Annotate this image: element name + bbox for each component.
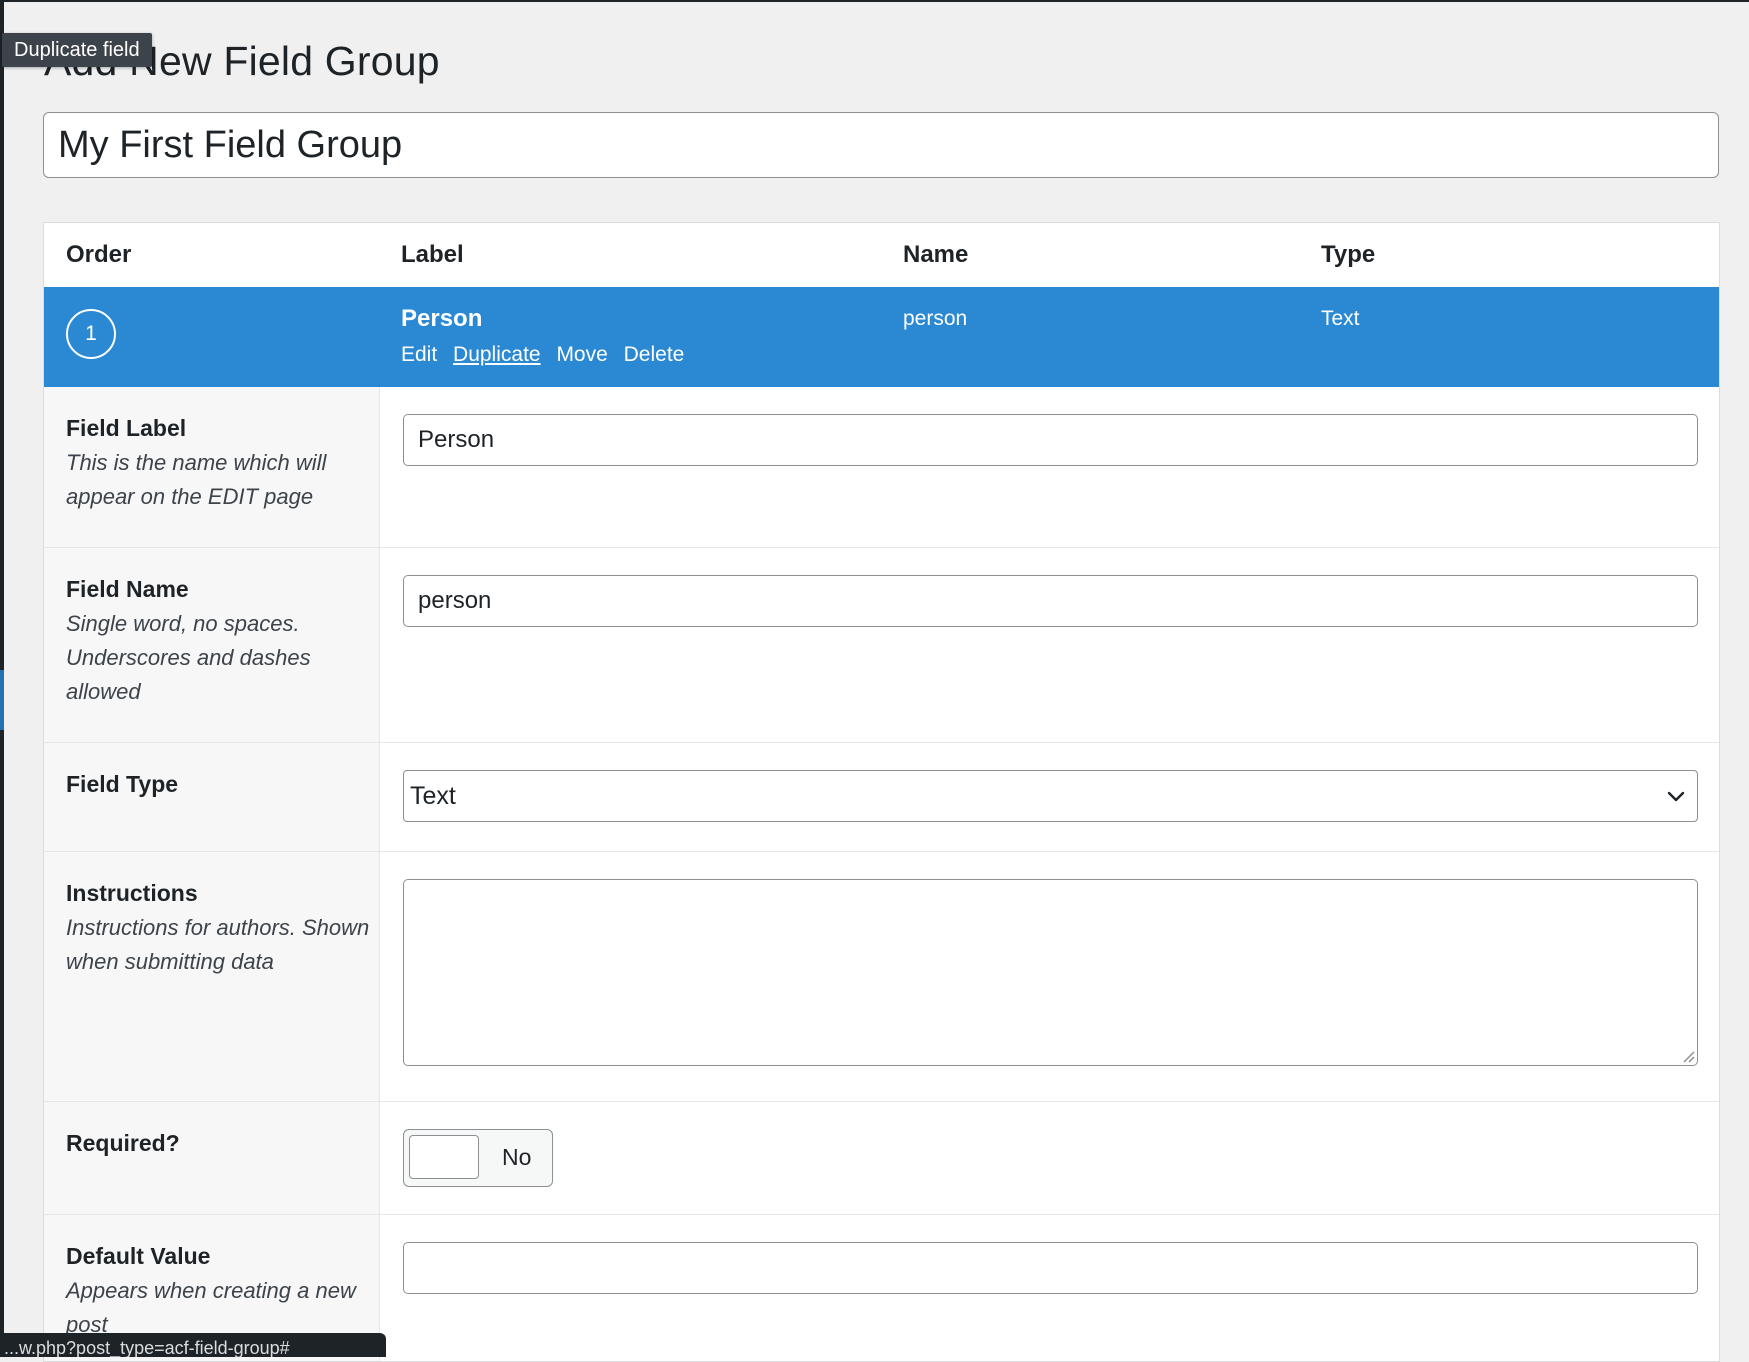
fields-table: Order Label Name Type 1 Person person Te…: [43, 222, 1720, 1362]
setting-title: Required?: [66, 1130, 180, 1156]
setting-title: Default Value: [66, 1243, 211, 1269]
setting-required-label: Required?: [44, 1102, 380, 1214]
field-settings: Field Label This is the name which will …: [44, 387, 1719, 1361]
admin-sidebar-active-indicator: [0, 670, 4, 730]
field-row-type: Text: [1321, 307, 1360, 330]
instructions-textarea[interactable]: [403, 879, 1698, 1066]
setting-title: Field Name: [66, 576, 189, 602]
setting-field-type-label: Field Type: [44, 743, 380, 851]
field-name-input[interactable]: [403, 575, 1698, 627]
field-label-input[interactable]: [403, 414, 1698, 466]
toggle-state-label: No: [502, 1144, 532, 1170]
delete-field-link[interactable]: Delete: [624, 343, 685, 366]
header-name: Name: [903, 241, 969, 268]
setting-field-name-label: Field Name Single word, no spaces. Under…: [44, 548, 380, 742]
browser-status-bar: ...w.php?post_type=acf-field-group#: [0, 1333, 386, 1357]
fields-table-header: Order Label Name Type: [44, 223, 1719, 288]
toggle-knob: [409, 1135, 479, 1179]
required-toggle[interactable]: No: [403, 1129, 553, 1187]
edit-field-link[interactable]: Edit: [401, 343, 437, 366]
setting-instructions: Instructions Instructions for authors. S…: [44, 852, 1719, 1102]
chevron-down-icon: [1667, 791, 1685, 802]
field-type-selected-value: Text: [410, 782, 456, 810]
field-row-actions: Edit Duplicate Move Delete: [401, 343, 694, 367]
header-order: Order: [66, 241, 132, 268]
setting-description: Instructions for authors. Shown when sub…: [66, 915, 370, 974]
field-row-name: person: [903, 307, 968, 330]
setting-title: Instructions: [66, 880, 198, 906]
setting-title: Field Label: [66, 415, 187, 441]
top-edge: [0, 0, 1749, 2]
field-row-label[interactable]: Person: [401, 305, 482, 333]
duplicate-field-tooltip: Duplicate field: [2, 33, 152, 67]
setting-description: Appears when creating a new post: [66, 1278, 356, 1337]
setting-description: Single word, no spaces. Underscores and …: [66, 611, 311, 704]
field-group-title-input[interactable]: [43, 112, 1719, 178]
setting-field-label-label: Field Label This is the name which will …: [44, 387, 380, 547]
header-type: Type: [1321, 241, 1376, 268]
field-order-badge[interactable]: 1: [66, 309, 116, 359]
setting-field-type: Field Type Text: [44, 743, 1719, 852]
setting-description: This is the name which will appear on th…: [66, 450, 327, 509]
duplicate-field-link[interactable]: Duplicate: [453, 343, 541, 366]
resize-grip-icon[interactable]: [1681, 1049, 1695, 1063]
setting-required: Required? No: [44, 1102, 1719, 1215]
setting-title: Field Type: [66, 771, 179, 797]
field-type-select[interactable]: Text: [403, 770, 1698, 822]
setting-field-label: Field Label This is the name which will …: [44, 387, 1719, 548]
header-label: Label: [401, 241, 464, 268]
default-value-input[interactable]: [403, 1242, 1698, 1294]
field-row-person[interactable]: 1 Person person Text Edit Duplicate Move…: [44, 287, 1719, 387]
setting-field-name: Field Name Single word, no spaces. Under…: [44, 548, 1719, 743]
move-field-link[interactable]: Move: [556, 343, 607, 366]
setting-instructions-label: Instructions Instructions for authors. S…: [44, 852, 380, 1101]
